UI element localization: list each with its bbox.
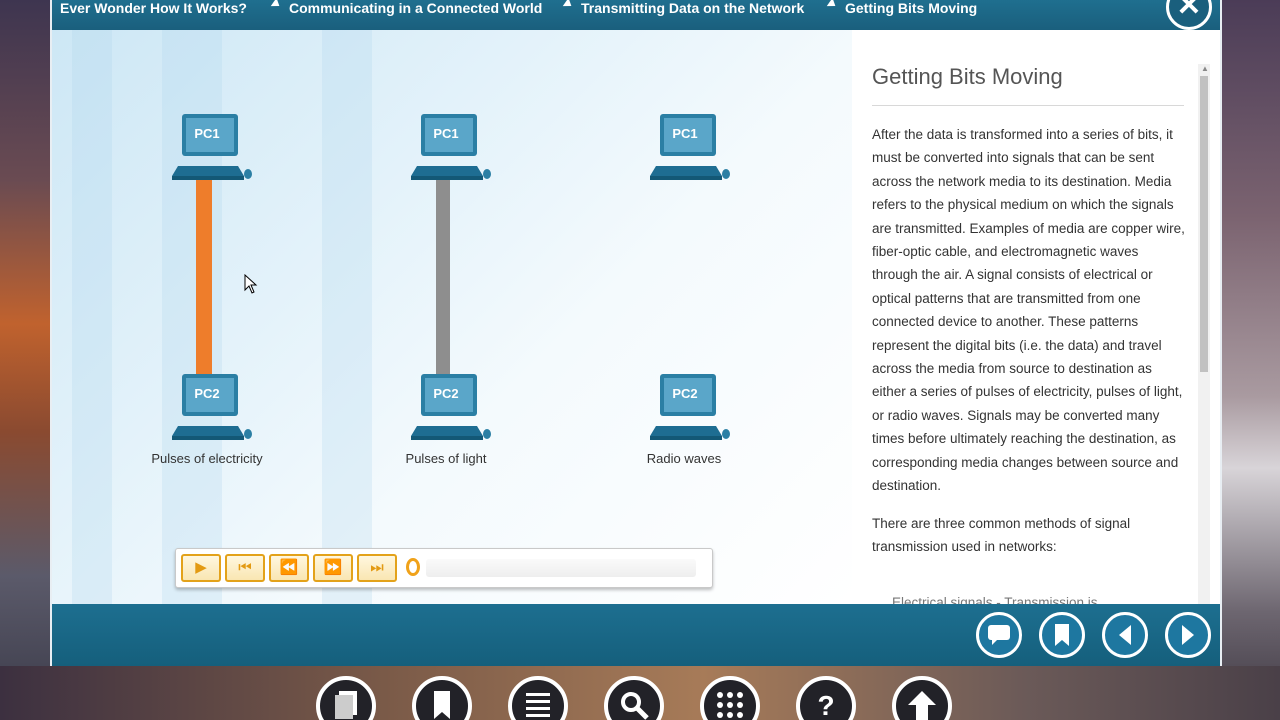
pc-label: PC1 xyxy=(433,126,459,141)
comment-button[interactable] xyxy=(976,612,1022,658)
breadcrumb-item-2[interactable]: Communicating in a Connected World xyxy=(270,0,543,16)
pc-label: PC2 xyxy=(672,386,698,401)
rewind-button[interactable]: ⏪ xyxy=(269,554,309,582)
pc1-icon[interactable]: PC1 xyxy=(172,114,252,184)
breadcrumb: Ever Wonder How It Works? Communicating … xyxy=(52,0,1220,30)
scrollbar[interactable]: ▲ ▼ xyxy=(1198,64,1210,604)
breadcrumb-item-1[interactable]: Ever Wonder How It Works? xyxy=(60,0,247,16)
pc2-icon[interactable]: PC2 xyxy=(172,374,252,444)
breadcrumb-arrow-icon xyxy=(826,0,839,11)
next-button[interactable] xyxy=(1165,612,1211,658)
desktop-background-right xyxy=(1222,0,1280,720)
apps-icon xyxy=(717,692,743,718)
copper-cable xyxy=(196,176,212,382)
restart-button[interactable]: ⏮ xyxy=(225,554,265,582)
fiber-cable xyxy=(436,176,450,382)
pages-icon xyxy=(335,691,357,719)
play-button[interactable]: ▶ xyxy=(181,554,221,582)
cut-off-list-item: Electrical signals - Transmission is xyxy=(892,595,1098,604)
text-panel: Getting Bits Moving After the data is tr… xyxy=(852,30,1212,604)
scroll-up-icon[interactable]: ▲ xyxy=(1201,64,1209,73)
skip-to-start-icon: ⏮ xyxy=(238,559,252,576)
paragraph: After the data is transformed into a ser… xyxy=(872,127,1185,494)
help-icon: ? xyxy=(817,690,835,720)
skip-to-end-button[interactable]: ⏭ xyxy=(357,554,397,582)
breadcrumb-item-3[interactable]: Transmitting Data on the Network xyxy=(562,0,805,16)
pc-label: PC1 xyxy=(672,126,698,141)
bookmark-icon xyxy=(1055,624,1069,646)
desktop-background-left xyxy=(0,0,50,720)
caption-pulses-of-electricity: Pulses of electricity xyxy=(151,451,263,466)
previous-button[interactable] xyxy=(1102,612,1148,658)
pc-label: PC2 xyxy=(194,386,220,401)
bookmark-icon xyxy=(434,691,450,719)
pc2-icon[interactable]: PC2 xyxy=(411,374,491,444)
breadcrumb-arrow-icon xyxy=(562,0,575,11)
breadcrumb-item-4[interactable]: Getting Bits Moving xyxy=(826,0,978,16)
page-title: Getting Bits Moving xyxy=(872,64,1063,89)
paragraph: There are three common methods of signal… xyxy=(872,515,1131,554)
pc2-icon[interactable]: PC2 xyxy=(650,374,730,444)
breadcrumb-label: Ever Wonder How It Works? xyxy=(60,0,247,16)
fast-forward-icon: ⏩ xyxy=(323,559,343,576)
menu-icon xyxy=(526,693,550,717)
caption-radio-waves: Radio waves xyxy=(646,451,722,466)
scrollbar-thumb[interactable] xyxy=(1200,76,1208,372)
caption-pulses-of-light: Pulses of light xyxy=(405,451,487,466)
bottom-nav-bar xyxy=(52,604,1220,666)
skip-to-end-icon: ⏭ xyxy=(370,559,384,576)
title-divider xyxy=(872,105,1184,106)
rewind-icon: ⏪ xyxy=(279,559,299,576)
breadcrumb-arrow-icon xyxy=(270,0,283,11)
pc-label: PC1 xyxy=(194,126,220,141)
pc-label: PC2 xyxy=(433,386,459,401)
progress-handle[interactable] xyxy=(406,558,420,576)
background-stripe xyxy=(72,30,112,604)
breadcrumb-label: Transmitting Data on the Network xyxy=(581,0,805,16)
breadcrumb-label: Communicating in a Connected World xyxy=(289,0,543,16)
bookmark-button[interactable] xyxy=(1039,612,1085,658)
pc1-icon[interactable]: PC1 xyxy=(650,114,730,184)
course-window: Ever Wonder How It Works? Communicating … xyxy=(50,0,1222,666)
panel-body: After the data is transformed into a ser… xyxy=(872,123,1186,572)
mouse-cursor-icon xyxy=(244,274,258,294)
animation-player: ▶ ⏮ ⏪ ⏩ ⏭ xyxy=(175,548,713,588)
play-icon: ▶ xyxy=(195,559,207,576)
breadcrumb-label: Getting Bits Moving xyxy=(845,0,978,16)
close-button[interactable]: ✕ xyxy=(1166,0,1212,30)
previous-icon xyxy=(1119,625,1131,645)
progress-track[interactable] xyxy=(426,559,696,577)
comment-icon xyxy=(988,625,1010,645)
pc1-icon[interactable]: PC1 xyxy=(411,114,491,184)
search-icon xyxy=(621,692,649,720)
fast-forward-button[interactable]: ⏩ xyxy=(313,554,353,582)
animation-stage: PC1 PC2 Pulses of electricity PC1 PC2 Pu… xyxy=(52,30,852,604)
background-stripe xyxy=(322,30,372,604)
up-arrow-icon xyxy=(908,691,936,720)
close-icon: ✕ xyxy=(1176,0,1202,22)
next-icon xyxy=(1182,625,1194,645)
